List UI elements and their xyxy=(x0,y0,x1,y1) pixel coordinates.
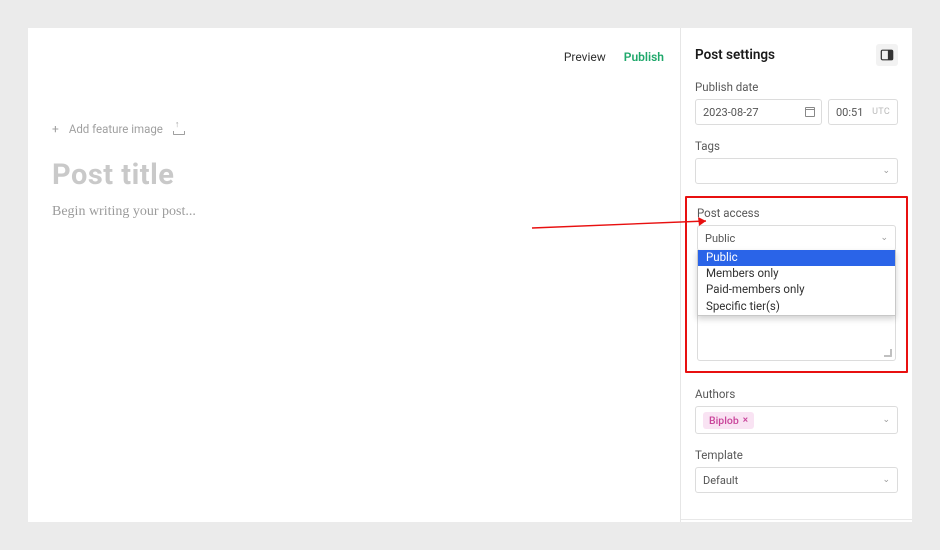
access-option-members[interactable]: Members only xyxy=(698,266,895,282)
tz-label: UTC xyxy=(872,107,890,117)
chevron-down-icon: ⌄ xyxy=(882,475,890,485)
post-title-input[interactable]: Post title xyxy=(52,158,174,192)
sidebar-icon xyxy=(880,48,894,62)
editor-area: Preview Publish + Add feature image Post… xyxy=(28,28,680,522)
tags-select[interactable]: ⌄ xyxy=(695,158,898,184)
post-access-dropdown: Public Members only Paid-members only Sp… xyxy=(697,250,896,316)
post-access-selected: Public xyxy=(705,232,735,245)
publish-date-input[interactable]: 2023-08-27 xyxy=(695,99,822,125)
chevron-down-icon: ⌄ xyxy=(882,415,890,425)
publish-date-group: Publish date 2023-08-27 00:51 UTC xyxy=(695,80,898,125)
author-chip-name: Biplob xyxy=(709,414,739,427)
calendar-icon xyxy=(805,107,815,117)
preview-button[interactable]: Preview xyxy=(564,50,606,64)
publish-button[interactable]: Publish xyxy=(624,50,664,64)
access-option-tiers[interactable]: Specific tier(s) xyxy=(698,299,895,315)
post-access-label: Post access xyxy=(697,206,896,220)
template-label: Template xyxy=(695,448,898,462)
authors-label: Authors xyxy=(695,387,898,401)
app-window: Preview Publish + Add feature image Post… xyxy=(28,28,912,522)
editor-header: Preview Publish xyxy=(564,50,664,64)
access-option-paid[interactable]: Paid-members only xyxy=(698,282,895,298)
publish-time-input[interactable]: 00:51 UTC xyxy=(828,99,898,125)
chevron-down-icon: ⌄ xyxy=(880,233,888,243)
authors-select[interactable]: Biplob × ⌄ xyxy=(695,406,898,434)
publish-time-value: 00:51 xyxy=(836,106,863,119)
template-select[interactable]: Default ⌄ xyxy=(695,467,898,493)
post-access-select[interactable]: Public ⌄ xyxy=(697,225,896,251)
post-access-group: Post access Public ⌄ Public Members only… xyxy=(685,196,908,373)
publish-date-value: 2023-08-27 xyxy=(703,106,759,119)
feature-post-row: Feature this post xyxy=(681,519,912,522)
template-group: Template Default ⌄ xyxy=(695,448,898,493)
author-chip-remove[interactable]: × xyxy=(743,415,748,426)
tags-label: Tags xyxy=(695,139,898,153)
authors-group: Authors Biplob × ⌄ xyxy=(695,387,898,434)
plus-icon: + xyxy=(52,123,59,135)
publish-date-label: Publish date xyxy=(695,80,898,94)
tags-group: Tags ⌄ xyxy=(695,139,898,184)
access-option-public[interactable]: Public xyxy=(698,250,895,266)
settings-panel: Post settings Publish date 2023-08-27 xyxy=(680,28,912,522)
post-body-input[interactable]: Begin writing your post... xyxy=(52,204,196,220)
settings-header: Post settings xyxy=(681,28,912,80)
sidebar-toggle-button[interactable] xyxy=(876,44,898,66)
upload-icon xyxy=(173,123,185,135)
author-chip: Biplob × xyxy=(703,412,754,429)
template-selected: Default xyxy=(703,474,738,487)
chevron-down-icon: ⌄ xyxy=(882,166,890,176)
add-feature-label: Add feature image xyxy=(69,122,163,136)
settings-title: Post settings xyxy=(695,47,775,63)
add-feature-image-button[interactable]: + Add feature image xyxy=(52,122,185,136)
